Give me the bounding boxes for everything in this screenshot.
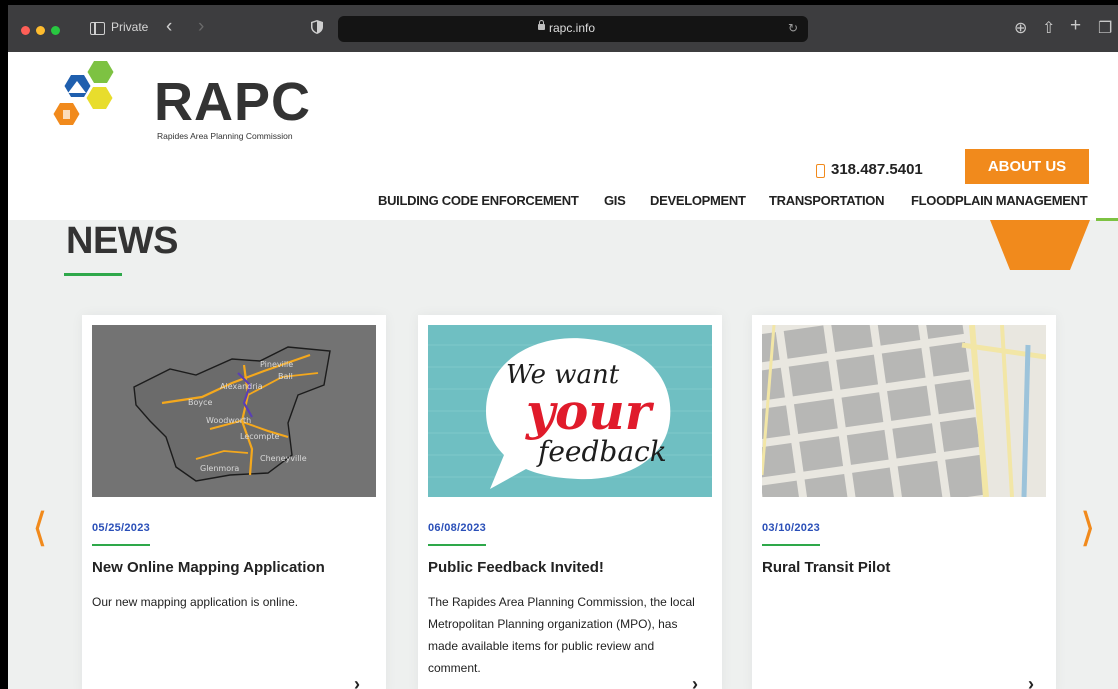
sidebar-toggle-icon[interactable] xyxy=(90,22,105,35)
card-date-underline xyxy=(92,544,150,546)
card-image-street-map[interactable] xyxy=(762,325,1046,497)
site-header: RAPC Rapides Area Planning Commission 31… xyxy=(8,52,1118,221)
chevron-right-icon[interactable]: ⟩ xyxy=(1080,508,1096,548)
news-heading: NEWS xyxy=(66,220,179,262)
map-label: Woodworth xyxy=(206,416,251,425)
brand-name: RAPC xyxy=(154,72,312,132)
about-us-button[interactable]: ABOUT US xyxy=(965,149,1089,184)
share-icon[interactable]: ⇧ xyxy=(1042,18,1055,38)
browser-toolbar: Private ‹ › rapc.info ↻ ⊕ ⇧ + ❐ xyxy=(8,5,1118,52)
forward-icon[interactable]: › xyxy=(198,16,204,38)
news-card[interactable]: We want your feedback 06/08/2023 Public … xyxy=(418,315,722,689)
card-date: 03/10/2023 xyxy=(762,522,821,534)
card-title[interactable]: Public Feedback Invited! xyxy=(428,559,604,576)
feedback-image-text: your xyxy=(525,382,655,441)
close-window-button[interactable] xyxy=(21,26,30,35)
nav-gis[interactable]: GIS xyxy=(604,193,626,208)
header-accent-line xyxy=(1096,218,1118,221)
back-icon[interactable]: ‹ xyxy=(166,16,172,38)
news-card[interactable]: Pineville Alexandria Woodworth Lecompte … xyxy=(82,315,386,689)
nav-floodplain-management[interactable]: FLOODPLAIN MANAGEMENT xyxy=(911,193,1088,208)
nav-building-code-enforcement[interactable]: BUILDING CODE ENFORCEMENT xyxy=(378,193,579,208)
news-card[interactable]: 03/10/2023 Rural Transit Pilot › xyxy=(752,315,1056,689)
map-label: Boyce xyxy=(188,398,213,407)
lock-icon xyxy=(538,20,545,30)
map-label: Pineville xyxy=(260,360,293,369)
card-date-underline xyxy=(428,544,486,546)
card-excerpt: The Rapides Area Planning Commission, th… xyxy=(428,595,695,675)
brand-tagline: Rapides Area Planning Commission xyxy=(157,131,293,141)
map-label: Alexandria xyxy=(220,382,263,391)
phone-icon xyxy=(816,164,825,178)
private-mode-label: Private xyxy=(111,20,149,34)
news-heading-underline xyxy=(64,273,122,276)
minimize-window-button[interactable] xyxy=(36,26,45,35)
feedback-image-text: feedback xyxy=(536,435,667,468)
tab-overview-icon[interactable]: ❐ xyxy=(1098,18,1112,38)
card-title[interactable]: New Online Mapping Application xyxy=(92,559,325,576)
nav-development[interactable]: DEVELOPMENT xyxy=(650,193,746,208)
new-tab-icon[interactable]: + xyxy=(1070,15,1081,37)
nav-transportation[interactable]: TRANSPORTATION xyxy=(769,193,885,208)
download-icon[interactable]: ⊕ xyxy=(1014,18,1027,38)
read-more-icon[interactable]: › xyxy=(354,674,360,689)
card-title[interactable]: Rural Transit Pilot xyxy=(762,559,890,576)
card-image-map[interactable]: Pineville Alexandria Woodworth Lecompte … xyxy=(92,325,376,497)
card-image-feedback[interactable]: We want your feedback xyxy=(428,325,712,497)
card-date-underline xyxy=(762,544,820,546)
browser-window: Private ‹ › rapc.info ↻ ⊕ ⇧ + ❐ RAPC Rap… xyxy=(8,5,1118,689)
map-label: Ball xyxy=(278,372,293,381)
zoom-window-button[interactable] xyxy=(51,26,60,35)
chevron-left-icon[interactable]: ⟨ xyxy=(32,508,48,548)
card-date: 05/25/2023 xyxy=(92,522,151,534)
card-date: 06/08/2023 xyxy=(428,522,487,534)
map-label: Lecompte xyxy=(240,432,280,441)
url-text: rapc.info xyxy=(549,21,596,35)
read-more-icon[interactable]: › xyxy=(1028,674,1034,689)
map-label: Glenmora xyxy=(200,464,239,473)
address-bar[interactable]: rapc.info ↻ xyxy=(338,16,808,42)
phone-number[interactable]: 318.487.5401 xyxy=(831,161,923,178)
privacy-shield-icon[interactable] xyxy=(311,20,323,34)
card-excerpt: Our new mapping application is online. xyxy=(92,595,299,609)
header-orange-tab xyxy=(990,220,1090,270)
site-logo[interactable]: RAPC Rapides Area Planning Commission xyxy=(46,58,310,144)
reload-icon[interactable]: ↻ xyxy=(788,21,798,35)
logo-hexagons-icon xyxy=(53,61,114,125)
read-more-icon[interactable]: › xyxy=(692,674,698,689)
map-label: Cheneyville xyxy=(260,454,307,463)
